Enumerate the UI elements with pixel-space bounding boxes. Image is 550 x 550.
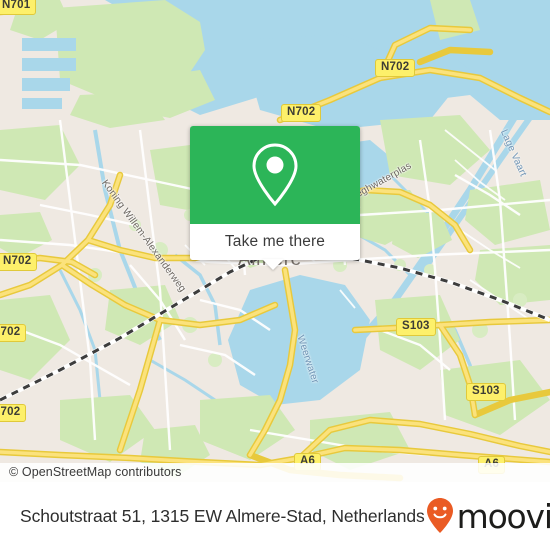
take-me-there-button[interactable]: Take me there [190, 224, 360, 260]
address-label: Schoutstraat 51, 1315 EW Almere-Stad, Ne… [20, 505, 425, 526]
moovit-pin-icon [426, 498, 453, 533]
location-card-pointer [262, 259, 284, 270]
road-shield-s103-right: S103 [396, 318, 436, 336]
location-card[interactable]: Take me there [190, 126, 360, 260]
screenshot-root: Almere Koning Willem-Alexanderweg Leeghw… [0, 0, 550, 550]
location-card-header [190, 126, 360, 224]
road-shield-s103-lower-right: S103 [466, 383, 506, 401]
road-shield-n702-left: N702 [0, 253, 38, 271]
road-shield-n702-upper-mid: N702 [281, 104, 322, 122]
road-shield-n702-lower-left: N702 [0, 324, 27, 342]
map-attribution[interactable]: © OpenStreetMap contributors [0, 463, 550, 482]
take-me-there-label: Take me there [224, 233, 326, 250]
road-shield-n701-top-left: N701 [0, 0, 37, 15]
road-shield-n702-bottom-left: N702 [0, 404, 27, 422]
location-pin-icon [252, 143, 298, 207]
moovit-logo[interactable]: moovit [425, 497, 550, 536]
road-shield-n702-top-right: N702 [375, 59, 416, 77]
footer-bar: Schoutstraat 51, 1315 EW Almere-Stad, Ne… [0, 482, 550, 550]
moovit-wordmark: moovit [456, 496, 550, 536]
